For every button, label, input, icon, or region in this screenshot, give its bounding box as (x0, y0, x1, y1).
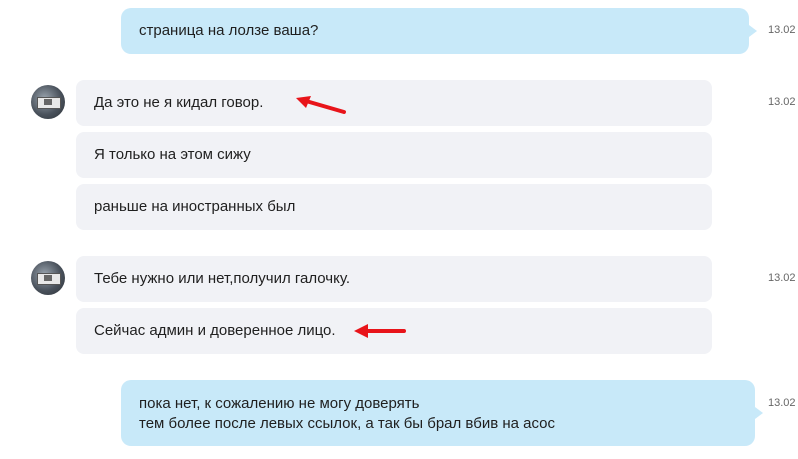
message-text: Сейчас админ и доверенное лицо. (94, 322, 336, 339)
user-avatar[interactable] (31, 261, 65, 295)
message-timestamp: 13.02 (768, 24, 796, 36)
message-text: Тебе нужно или нет,получил галочку. (94, 270, 351, 287)
message-text: Я только на этом сижу (94, 146, 251, 163)
message-line: пока нет, к сожалению не могу доверять (139, 395, 420, 412)
red-arrow-annotation (354, 324, 406, 338)
message-timestamp: 13.02 (768, 397, 796, 409)
message-timestamp: 13.02 (768, 272, 796, 284)
red-arrow-annotation (296, 96, 346, 114)
message-text: раньше на иностранных был (94, 198, 296, 215)
incoming-message[interactable]: Я только на этом сижу (76, 132, 712, 178)
message-text: Да это не я кидал говор. (94, 94, 264, 111)
outgoing-message[interactable]: страница на лолзе ваша? (121, 8, 749, 54)
user-avatar[interactable] (31, 85, 65, 119)
message-timestamp: 13.02 (768, 96, 796, 108)
message-line: тем более после левых ссылок, а так бы б… (139, 415, 555, 432)
message-text: страница на лолзе ваша? (139, 22, 319, 39)
incoming-message[interactable]: раньше на иностранных был (76, 184, 712, 230)
outgoing-message[interactable]: пока нет, к сожалению не могу доверять т… (121, 380, 755, 446)
incoming-message[interactable]: Да это не я кидал говор. (76, 80, 712, 126)
incoming-message[interactable]: Тебе нужно или нет,получил галочку. (76, 256, 712, 302)
